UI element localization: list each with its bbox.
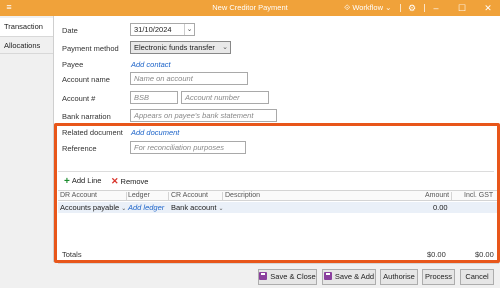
chevron-down-icon[interactable]: ⌄ — [184, 24, 194, 35]
chevron-down-icon: ⌄ — [385, 3, 392, 12]
maximize-icon[interactable]: ☐ — [453, 0, 471, 16]
payee-label: Payee — [62, 60, 84, 69]
save-close-button[interactable]: Save & Close — [258, 269, 317, 285]
minimize-icon[interactable]: – — [427, 0, 445, 16]
side-tabs: Transaction Allocations — [0, 16, 53, 288]
save-icon — [323, 272, 332, 280]
date-label: Date — [62, 26, 78, 35]
close-icon[interactable]: ✕ — [479, 0, 497, 16]
bank-narration-label: Bank narration — [62, 112, 111, 121]
chevron-down-icon: ⌄ — [222, 44, 228, 51]
bsb-field[interactable]: BSB — [130, 91, 178, 104]
save-add-label: Save & Add — [334, 272, 375, 281]
separator — [400, 4, 401, 12]
separator — [424, 4, 425, 12]
workflow-label: Workflow — [352, 3, 384, 12]
account-number-label: Account # — [62, 94, 96, 103]
payment-method-label: Payment method — [62, 44, 119, 53]
account-number-field[interactable]: Account number — [181, 91, 269, 104]
settings-icon[interactable]: ⚙ — [403, 0, 421, 16]
save-icon — [259, 272, 268, 280]
bank-narration-field[interactable]: Appears on payee's bank statement — [130, 109, 277, 122]
bsb-placeholder: BSB — [134, 93, 150, 102]
tab-transaction[interactable]: Transaction — [0, 18, 53, 36]
bank-narration-placeholder: Appears on payee's bank statement — [134, 111, 254, 120]
add-contact-link[interactable]: Add contact — [131, 60, 171, 69]
account-name-placeholder: Name on account — [134, 74, 193, 83]
cancel-button[interactable]: Cancel — [460, 269, 494, 285]
account-name-field[interactable]: Name on account — [130, 72, 248, 85]
date-value: 31/10/2024 — [134, 25, 172, 34]
highlight-frame — [54, 123, 500, 263]
date-field[interactable]: 31/10/2024 ⌄ — [130, 23, 195, 36]
workflow-menu[interactable]: ⟐ Workflow ⌄ — [344, 0, 391, 16]
process-button[interactable]: Process — [422, 269, 455, 285]
account-number-placeholder: Account number — [185, 93, 240, 102]
title-bar: ≡ New Creditor Payment ⟐ Workflow ⌄ ⚙ – ☐… — [0, 0, 500, 16]
account-name-label: Account name — [62, 75, 110, 84]
authorise-button[interactable]: Authorise — [380, 269, 418, 285]
workflow-icon: ⟐ — [344, 3, 351, 12]
payment-method-select[interactable]: Electronic funds transfer ⌄ — [130, 41, 231, 54]
window-title: New Creditor Payment — [212, 3, 288, 12]
totals-divider — [58, 263, 499, 264]
payment-method-value: Electronic funds transfer — [134, 43, 215, 52]
save-add-button[interactable]: Save & Add — [322, 269, 376, 285]
tab-allocations[interactable]: Allocations — [0, 36, 53, 54]
save-close-label: Save & Close — [270, 272, 316, 281]
